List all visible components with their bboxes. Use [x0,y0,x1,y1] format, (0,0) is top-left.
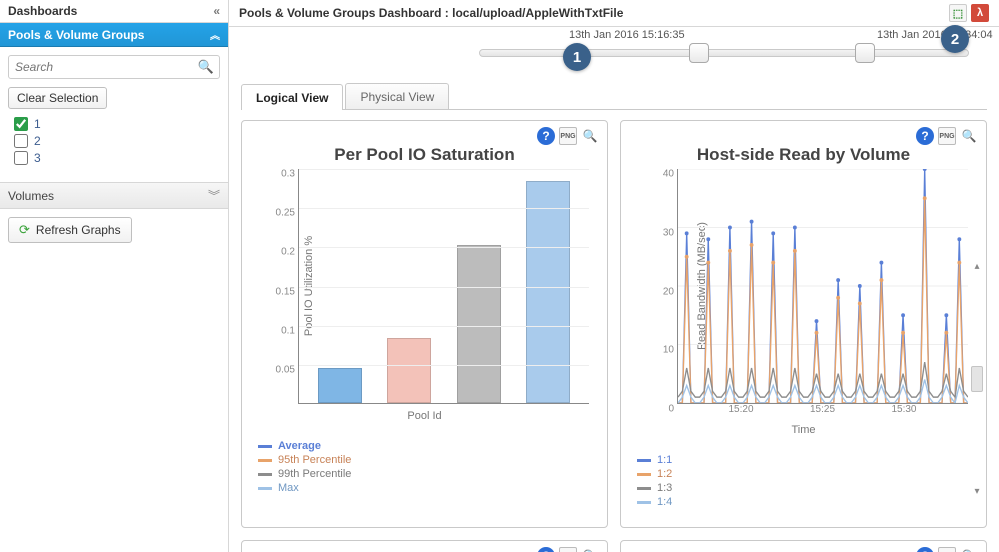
zoom-icon[interactable]: 🔍 [581,127,599,145]
main: Pools & Volume Groups Dashboard : local/… [229,0,999,552]
panel-stub-right: ? PNG 🔍 [620,540,987,552]
x-tick: 15:25 [810,404,835,415]
export-png-icon[interactable]: PNG [938,127,956,145]
sidebar-title: Dashboards [8,4,77,18]
export-png-icon[interactable]: PNG [559,127,577,145]
step-badge-1: 1 [563,43,591,71]
step-badge-2: 2 [941,25,969,53]
chevron-down-icon: ︾ [208,187,220,204]
help-icon[interactable]: ? [537,127,555,145]
time-slider[interactable]: 13th Jan 2016 15:16:35 13th Jan 2016 15:… [229,27,999,83]
pool-checklist: 1 2 3 [8,117,220,165]
pool-checkbox-input-3[interactable] [14,151,28,165]
chevron-up-icon: ︽ [210,27,220,42]
x-tick: 15:30 [891,404,916,415]
legend-p99: 99th Percentile [278,468,351,480]
pool-checkbox-label: 3 [34,151,41,165]
panel-stub-left: ? PNG 🔍 [241,540,608,552]
export-pdf-icon[interactable]: λ [971,4,989,22]
volumes-label: Volumes [8,189,54,203]
bar-average [318,368,362,403]
search-input[interactable] [8,55,220,79]
view-tabs: Logical View Physical View [241,83,987,110]
zoom-icon[interactable]: 🔍 [960,127,978,145]
volumes-section-header[interactable]: Volumes ︾ [0,182,228,209]
line-chart: Read Bandwidth (MB/sec) 010203040 [677,169,968,404]
refresh-graphs-button[interactable]: ⟳ Refresh Graphs [8,217,132,243]
panel-host-read-volume: ? PNG 🔍 Host-side Read by Volume Read Ba… [620,120,987,528]
zoom-icon[interactable]: 🔍 [581,547,599,552]
pool-checkbox-3[interactable]: 3 [14,151,220,165]
legend-s4: 1:4 [657,496,672,508]
collapse-sidebar-icon[interactable]: « [213,4,220,18]
bar-99th-percentile [457,245,501,403]
help-icon[interactable]: ? [916,127,934,145]
series-1:2 [678,198,968,403]
line-chart-title: Host-side Read by Volume [629,145,978,165]
slider-handle-end[interactable] [855,43,875,63]
bar-legend: Average 95th Percentile 99th Percentile … [258,440,599,494]
legend-s2: 1:2 [657,468,672,480]
scroll-up-icon[interactable]: ▴ [974,261,979,272]
x-tick: 15:20 [729,404,754,415]
clear-selection-button[interactable]: Clear Selection [8,87,107,109]
tab-logical-view[interactable]: Logical View [241,84,343,110]
help-icon[interactable]: ? [537,547,555,552]
title-bar: Pools & Volume Groups Dashboard : local/… [229,0,999,27]
line-legend: 1:1 1:2 1:3 1:4 [637,454,978,508]
pool-checkbox-input-2[interactable] [14,134,28,148]
sidebar-header: Dashboards « [0,0,228,23]
legend-p95: 95th Percentile [278,454,351,466]
slider-handle-start[interactable] [689,43,709,63]
pool-checkbox-1[interactable]: 1 [14,117,220,131]
panel-pool-io-saturation: ? PNG 🔍 Per Pool IO Saturation Pool IO U… [241,120,608,528]
scroll-down-icon[interactable]: ▾ [974,486,979,497]
sidebar: Dashboards « Pools & Volume Groups ︽ 🔍 C… [0,0,229,552]
bar-x-axis-label: Pool Id [250,410,599,422]
legend-s3: 1:3 [657,482,672,494]
scroll-thumb[interactable] [971,366,983,392]
sidebar-section-label: Pools & Volume Groups [8,28,144,42]
bar-chart-title: Per Pool IO Saturation [250,145,599,165]
pool-checkbox-label: 2 [34,134,41,148]
bar-max [526,181,570,403]
tab-physical-view[interactable]: Physical View [345,83,449,109]
line-chart-svg [678,169,968,403]
line-x-axis-label: Time [629,424,978,436]
search-icon[interactable]: 🔍 [198,59,214,75]
series-1:4 [678,380,968,403]
sidebar-section-pools[interactable]: Pools & Volume Groups ︽ [0,23,228,47]
time-start-label: 13th Jan 2016 15:16:35 [569,29,685,41]
export-png-icon[interactable]: PNG [938,547,956,552]
refresh-label: Refresh Graphs [36,223,121,237]
pool-checkbox-input-1[interactable] [14,117,28,131]
legend-scrollbar[interactable]: ▴ ▾ [970,261,984,497]
pool-checkbox-2[interactable]: 2 [14,134,220,148]
export-csv-icon[interactable]: ⬚ [949,4,967,22]
export-png-icon[interactable]: PNG [559,547,577,552]
bar-95th-percentile [387,338,431,403]
refresh-icon: ⟳ [19,222,30,238]
help-icon[interactable]: ? [916,547,934,552]
legend-s1: 1:1 [657,454,672,466]
legend-avg: Average [278,440,321,452]
legend-max: Max [278,482,299,494]
line-x-ticks: 15:20 15:25 15:30 [677,404,968,418]
slider-track[interactable] [479,49,969,57]
bar-chart: Pool IO Utilization % 0.050.10.150.20.25… [298,169,589,404]
zoom-icon[interactable]: 🔍 [960,547,978,552]
time-end-label: 13th Jan 2016 15:34:04 [877,29,993,41]
page-title: Pools & Volume Groups Dashboard : local/… [239,6,623,20]
pool-checkbox-label: 1 [34,117,41,131]
